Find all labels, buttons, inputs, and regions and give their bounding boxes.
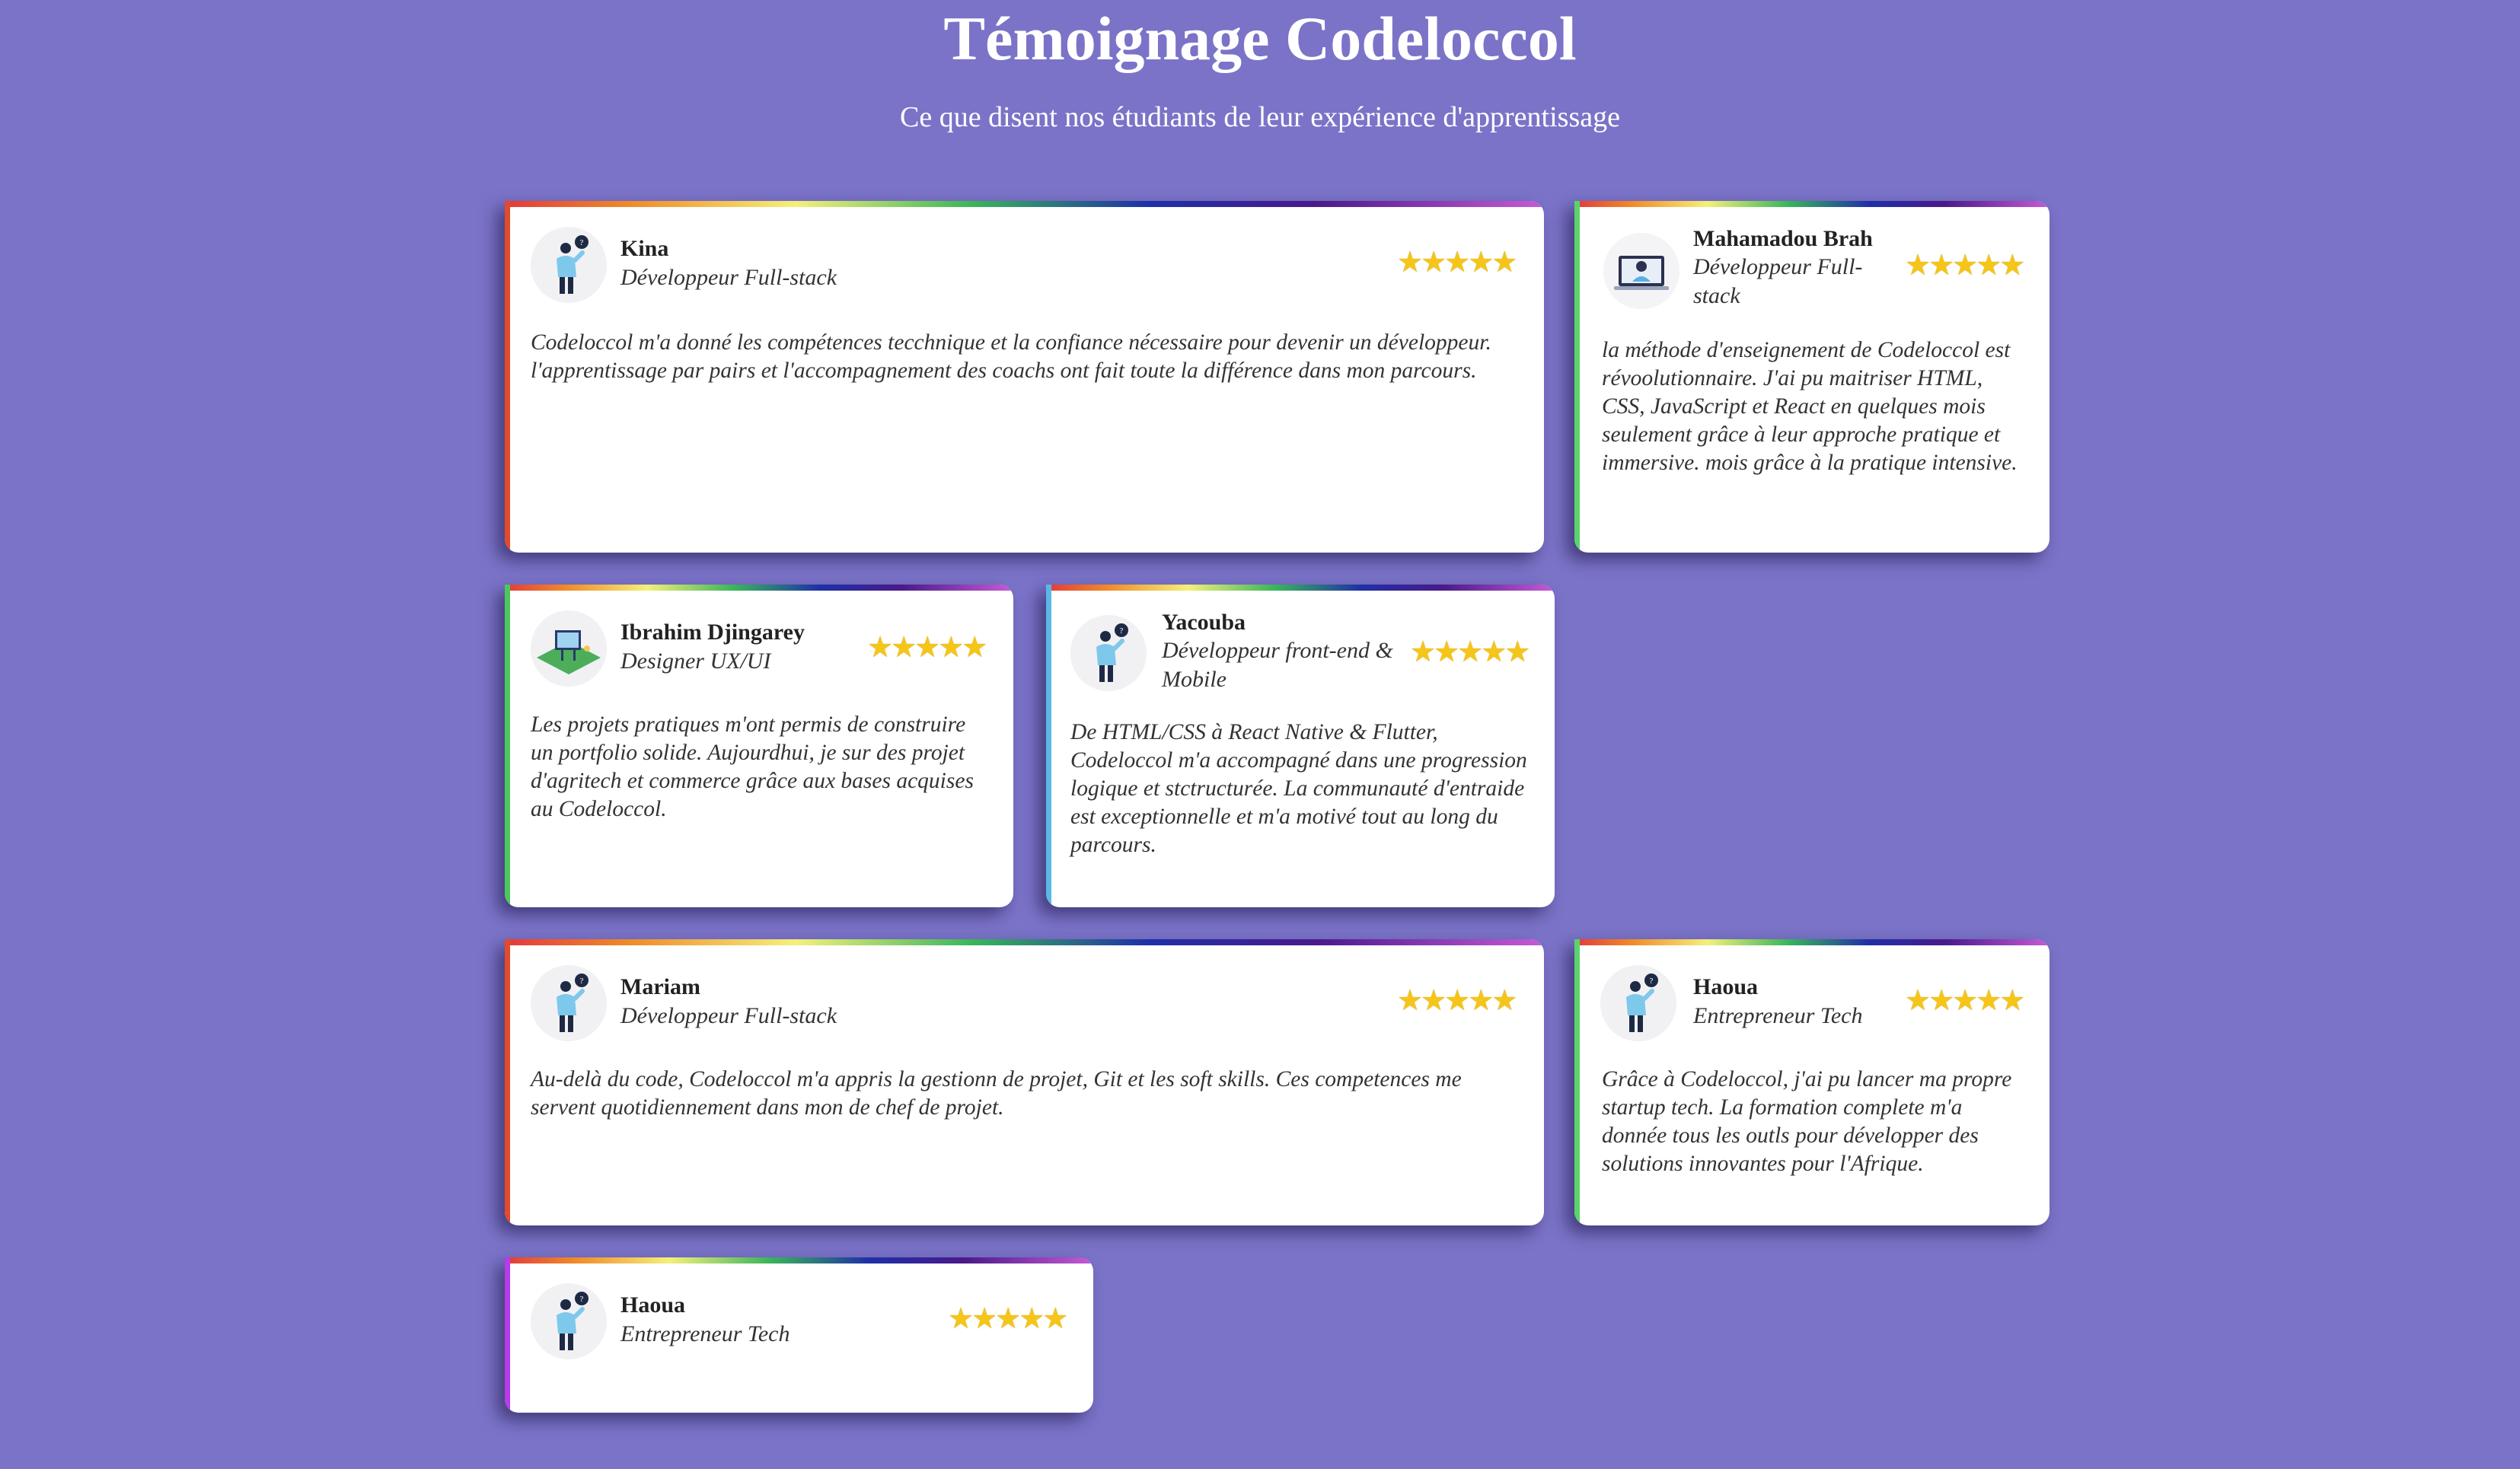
- svg-text:?: ?: [580, 977, 584, 986]
- card-top-accent: [1574, 201, 2049, 207]
- testimonial-card: Ibrahim Djingarey Designer UX/UI ★★★★★ L…: [505, 585, 1013, 907]
- testimonial-card: ? Haoua Entrepreneur Tech ★★★★★ Grâce à …: [1574, 939, 2049, 1225]
- card-left-accent: [505, 585, 510, 907]
- testimonial-quote: Les projets pratiques m'ont permis de co…: [531, 712, 974, 821]
- testimonial-name: Haoua: [1693, 974, 1759, 999]
- card-top-accent: [505, 585, 1013, 591]
- card-left-accent: [1574, 201, 1580, 553]
- laptop-avatar-icon: [1603, 233, 1679, 309]
- testimonial-role: Développeur Full-stack: [620, 265, 837, 290]
- testimonial-card: ? Yacouba Développeur front-end & Mobile…: [1046, 585, 1555, 907]
- testimonial-role: Développeur Full-stack: [620, 1003, 837, 1028]
- testimonial-quote: De HTML/CSS à React Native & Flutter, Co…: [1070, 720, 1527, 857]
- testimonial-role: Développeur Full-stack: [1693, 254, 1863, 308]
- card-top-accent: [505, 1257, 1093, 1263]
- testimonial-role: Développeur front-end & Mobile: [1162, 638, 1393, 692]
- svg-text:?: ?: [1120, 626, 1124, 636]
- testimonial-quote: la méthode d'enseignement de Codeloccol …: [1602, 338, 2018, 475]
- page-subtitle: Ce que disent nos étudiants de leur expé…: [900, 101, 1620, 133]
- testimonial-quote: Au-delà du code, Codeloccol m'a appris l…: [531, 1067, 1462, 1120]
- rating-stars: ★★★★★: [867, 632, 987, 664]
- rating-stars: ★★★★★: [1905, 250, 2025, 282]
- card-top-accent: [505, 201, 1544, 207]
- testimonial-card: ? Mariam Développeur Full-stack ★★★★★ Au…: [505, 939, 1544, 1225]
- testimonial-role: Entrepreneur Tech: [620, 1321, 790, 1346]
- rating-stars: ★★★★★: [1397, 247, 1517, 279]
- card-left-accent: [1046, 585, 1051, 907]
- rating-stars: ★★★★★: [1397, 985, 1517, 1017]
- card-top-accent: [505, 939, 1544, 945]
- developer-avatar-icon: ?: [1070, 615, 1147, 691]
- card-left-accent: [505, 201, 510, 553]
- testimonial-card: Mahamadou Brah Développeur Full-stack ★★…: [1574, 201, 2049, 553]
- svg-text:?: ?: [580, 1295, 584, 1304]
- rating-stars: ★★★★★: [948, 1303, 1068, 1335]
- testimonial-name: Mariam: [620, 974, 700, 999]
- rating-stars: ★★★★★: [1410, 636, 1530, 668]
- testimonial-name: Ibrahim Djingarey: [620, 620, 805, 645]
- testimonial-quote: Grâce à Codeloccol, j'ai pu lancer ma pr…: [1602, 1067, 2012, 1176]
- developer-avatar-icon: ?: [1600, 965, 1676, 1041]
- card-top-accent: [1046, 585, 1555, 591]
- testimonial-role: Entrepreneur Tech: [1693, 1003, 1863, 1028]
- rating-stars: ★★★★★: [1905, 985, 2025, 1017]
- testimonial-card: ? Kina Développeur Full-stack ★★★★★ Code…: [505, 201, 1544, 553]
- developer-avatar-icon: ?: [531, 965, 607, 1041]
- page-title: Témoignage Codeloccol: [943, 4, 1577, 73]
- testimonial-name: Kina: [620, 236, 669, 261]
- card-left-accent: [505, 1257, 510, 1413]
- design-board-avatar-icon: [531, 610, 607, 687]
- testimonial-card: ? Haoua Entrepreneur Tech ★★★★★: [505, 1257, 1093, 1413]
- card-top-accent: [1574, 939, 2049, 945]
- card-left-accent: [505, 939, 510, 1225]
- svg-text:?: ?: [1650, 977, 1654, 986]
- testimonial-name: Haoua: [620, 1292, 686, 1318]
- card-left-accent: [1574, 939, 1580, 1225]
- svg-text:?: ?: [580, 238, 584, 247]
- testimonial-quote: Codeloccol m'a donné les compétences tec…: [531, 330, 1491, 383]
- testimonial-role: Designer UX/UI: [620, 648, 771, 674]
- testimonial-name: Mahamadou Brah: [1693, 226, 1873, 251]
- developer-avatar-icon: ?: [531, 1283, 607, 1359]
- testimonial-name: Yacouba: [1162, 610, 1246, 635]
- developer-avatar-icon: ?: [531, 227, 607, 303]
